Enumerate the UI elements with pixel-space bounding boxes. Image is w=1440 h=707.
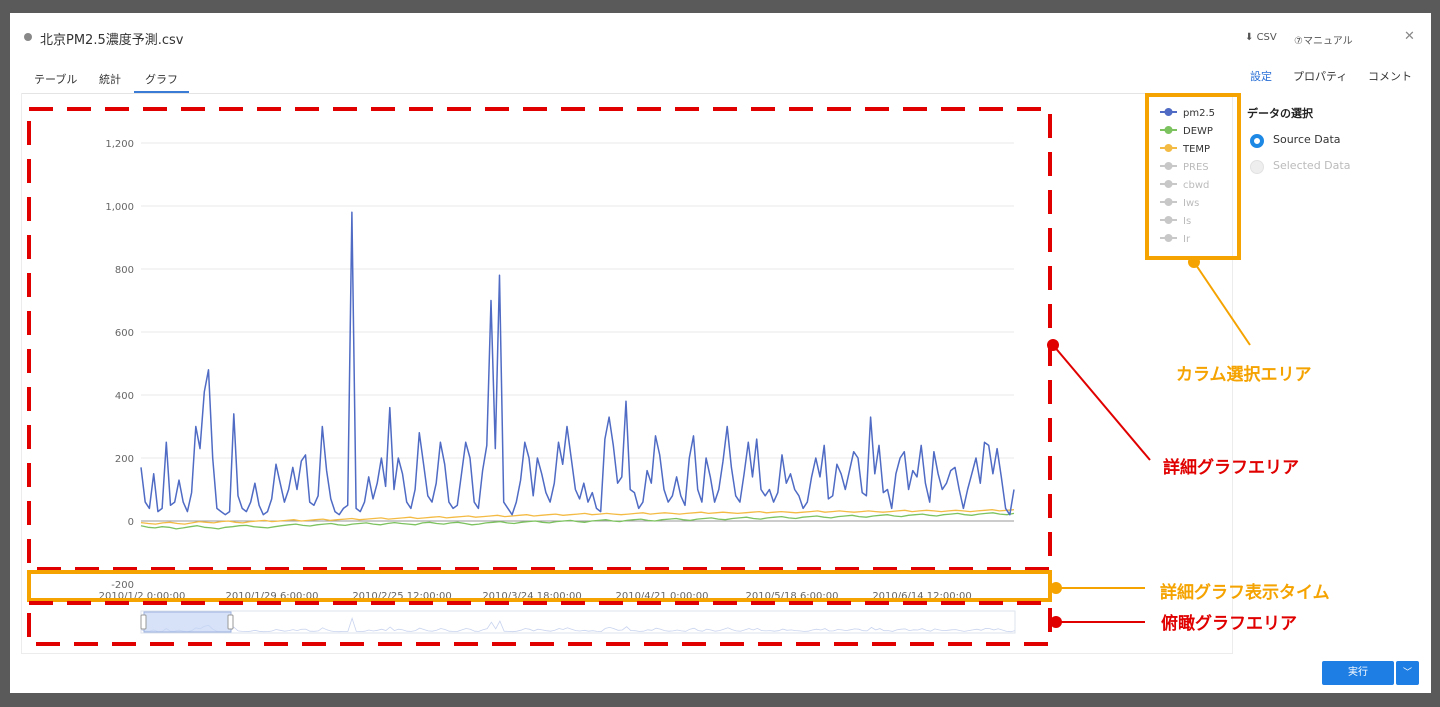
annotation-time-area: 詳細グラフ表示タイム — [1160, 583, 1330, 603]
run-dropdown-button[interactable]: ﹀ — [1396, 661, 1419, 685]
legend-item-cbwd[interactable]: cbwd — [1183, 180, 1209, 191]
legend-item-temp[interactable]: TEMP — [1182, 144, 1210, 155]
legend-item-iws[interactable]: Iws — [1183, 198, 1199, 209]
graph-panel — [21, 93, 1233, 654]
legend-item-dewp[interactable]: DEWP — [1183, 126, 1213, 137]
tab-properties[interactable]: プロパティ — [1293, 68, 1347, 84]
legend-item-ir[interactable]: Ir — [1183, 234, 1191, 245]
legend-item-is[interactable]: Is — [1183, 216, 1191, 227]
view-tabs: テーブル 統計 グラフ — [21, 65, 1231, 94]
data-selection-title: データの選択 — [1247, 107, 1313, 120]
legend-item-pm25[interactable]: pm2.5 — [1183, 108, 1215, 119]
download-icon: ⬇ — [1245, 32, 1257, 43]
annotation-overview-area: 俯瞰グラフエリア — [1161, 614, 1297, 634]
manual-link[interactable]: ⑦マニュアル — [1294, 32, 1353, 47]
csv-label: CSV — [1256, 32, 1277, 43]
annotation-column-area: カラム選択エリア — [1176, 365, 1312, 385]
status-dot-icon — [24, 33, 32, 41]
tab-settings[interactable]: 設定 — [1250, 68, 1272, 84]
overview-right-handle[interactable] — [227, 614, 234, 630]
legend-item-pres[interactable]: PRES — [1183, 162, 1209, 173]
tab-stats[interactable]: 統計 — [99, 71, 121, 87]
selected-data-radio[interactable] — [1250, 160, 1264, 174]
csv-download-button[interactable]: ⬇ CSV — [1245, 32, 1277, 43]
selected-data-label[interactable]: Selected Data — [1273, 159, 1350, 172]
tab-comments[interactable]: コメント — [1368, 68, 1412, 84]
annotation-detail-area: 詳細グラフエリア — [1163, 458, 1299, 478]
overview-left-handle[interactable] — [140, 614, 147, 630]
source-data-label[interactable]: Source Data — [1273, 133, 1341, 146]
run-button[interactable]: 実行 — [1322, 661, 1394, 685]
close-icon[interactable]: ✕ — [1404, 29, 1415, 44]
tab-table[interactable]: テーブル — [34, 71, 77, 87]
dialog-title: 北京PM2.5濃度予測.csv — [40, 33, 184, 48]
tab-graph[interactable]: グラフ — [145, 71, 178, 87]
overview-range-selector[interactable] — [143, 611, 232, 633]
source-data-radio[interactable] — [1250, 134, 1264, 148]
chevron-down-icon: ﹀ — [1402, 668, 1412, 678]
